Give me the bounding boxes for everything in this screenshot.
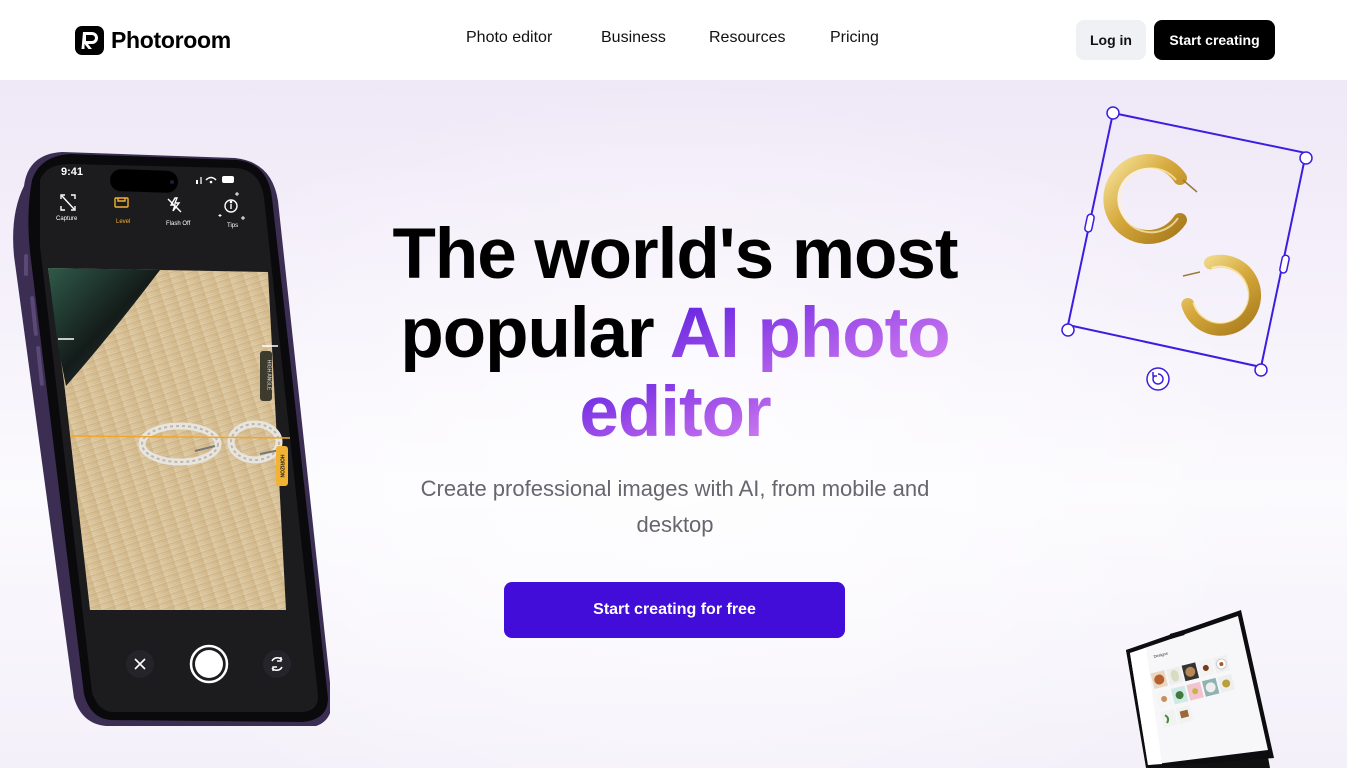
phone-mockup: 9:41 Capture Level Flash Off Tips HIGH A… bbox=[10, 146, 330, 726]
headline-accent-ai-photo: AI photo bbox=[669, 294, 951, 373]
mode-tips-label: Tips bbox=[227, 223, 239, 229]
horizon-tag: HORIZON bbox=[278, 454, 285, 478]
mode-level-label: Level bbox=[116, 219, 131, 225]
floating-editor-preview bbox=[1055, 100, 1325, 400]
status-time: 9:41 bbox=[61, 166, 84, 178]
nav-pricing[interactable]: Pricing bbox=[830, 29, 879, 47]
nav-photo-editor[interactable]: Photo editor bbox=[466, 29, 552, 47]
nav-business[interactable]: Business bbox=[601, 29, 666, 47]
mode-capture-label: Capture bbox=[56, 216, 78, 222]
rotate-icon bbox=[1146, 367, 1170, 391]
start-creating-button[interactable]: Start creating bbox=[1154, 20, 1275, 60]
headline-line-1: The world's most bbox=[392, 215, 958, 294]
hero-headline: The world's most popular AI photo editor bbox=[340, 215, 1010, 452]
nav-resources[interactable]: Resources bbox=[709, 29, 785, 47]
headline-line-2-plain: popular bbox=[400, 294, 670, 373]
hero-section: 9:41 Capture Level Flash Off Tips HIGH A… bbox=[0, 80, 1347, 768]
start-creating-free-button[interactable]: Start creating for free bbox=[504, 582, 845, 638]
laptop-mockup: Designs bbox=[1110, 590, 1347, 768]
brand-name: Photoroom bbox=[111, 26, 231, 53]
photoroom-logo-icon bbox=[75, 25, 104, 55]
mode-flash-off-label: Flash Off bbox=[166, 221, 191, 227]
brand-logo[interactable]: Photoroom bbox=[75, 25, 231, 55]
site-header: Photoroom Photo editor Business Resource… bbox=[0, 0, 1347, 80]
gold-earring-icon bbox=[1181, 254, 1262, 336]
high-angle-tag: HIGH ANGLE bbox=[265, 359, 272, 391]
headline-accent-editor: editor bbox=[579, 373, 771, 452]
hero-subheadline: Create professional images with AI, from… bbox=[420, 476, 930, 537]
login-button[interactable]: Log in bbox=[1076, 20, 1146, 60]
gold-earring-icon bbox=[1103, 154, 1198, 244]
